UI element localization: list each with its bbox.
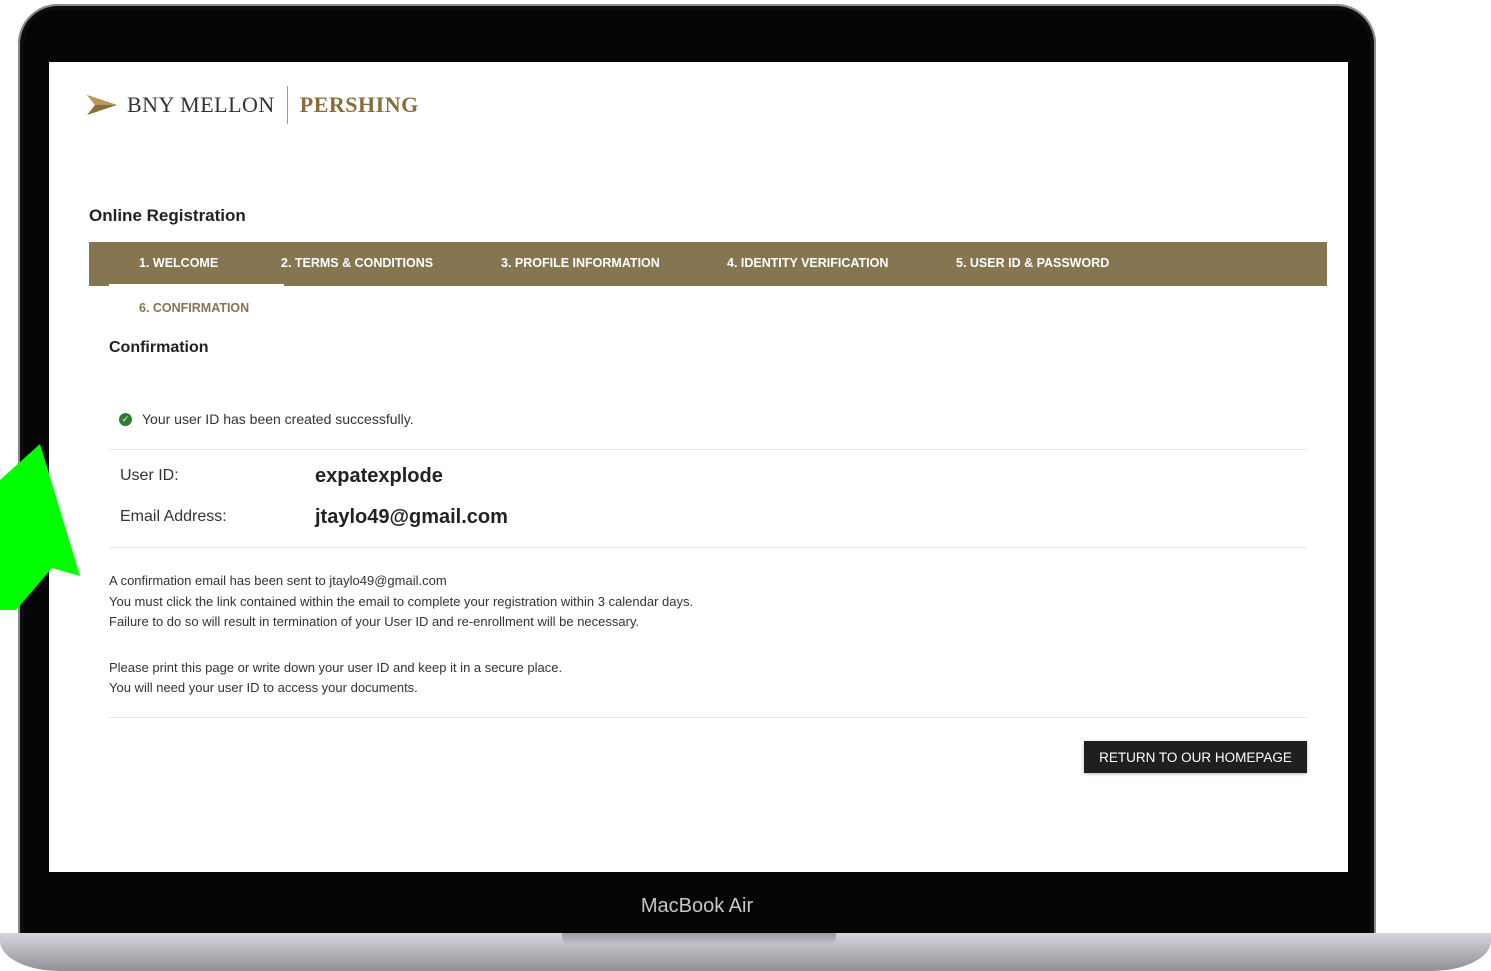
active-step-indicator [109,284,284,286]
brand-bny-mellon: BNY MELLON [127,92,275,117]
arrow-mark-icon [87,95,117,115]
page-title: Online Registration [89,206,246,225]
email-label: Email Address: [120,508,227,525]
step-identity[interactable]: 4. IDENTITY VERIFICATION [727,242,888,286]
user-id-label: User ID: [120,467,179,484]
print-line: Please print this page or write down you… [109,660,563,675]
email-value: jtaylo49@gmail.com [315,506,508,528]
step-terms[interactable]: 2. TERMS & CONDITIONS [281,242,433,286]
step-user-id[interactable]: 5. USER ID & PASSWORD [956,242,1109,286]
divider [109,547,1307,548]
return-homepage-button[interactable]: RETURN TO OUR HOMEPAGE [1084,741,1307,773]
brand-logo[interactable]: BNY MELLON PERSHING [87,84,419,126]
success-text: Your user ID has been created successful… [142,411,414,427]
laptop-notch [562,933,836,946]
notice-line: You must click the link contained within… [109,594,694,609]
check-circle-icon: ✓ [119,412,132,426]
divider [109,717,1307,718]
divider [109,449,1307,450]
success-message: ✓ Your user ID has been created successf… [119,411,414,427]
green-arrow-icon [0,444,80,610]
notice-line: A confirmation email has been sent to jt… [109,573,447,588]
user-id-value: expatexplode [315,465,443,487]
section-title: Confirmation [109,339,209,356]
browser-screen: BNY MELLON PERSHING Online Registration … [49,62,1348,872]
notice-line: Failure to do so will result in terminat… [109,614,640,629]
brand-divider [286,86,288,124]
step-profile[interactable]: 3. PROFILE INFORMATION [501,242,660,286]
step-confirmation[interactable]: 6. CONFIRMATION [139,301,249,315]
print-line: You will need your user ID to access you… [109,680,418,695]
step-welcome[interactable]: 1. WELCOME [139,242,218,286]
device-label: MacBook Air [640,895,754,917]
brand-pershing: PERSHING [299,92,419,117]
registration-steps: 1. WELCOME 2. TERMS & CONDITIONS 3. PROF… [89,242,1327,286]
